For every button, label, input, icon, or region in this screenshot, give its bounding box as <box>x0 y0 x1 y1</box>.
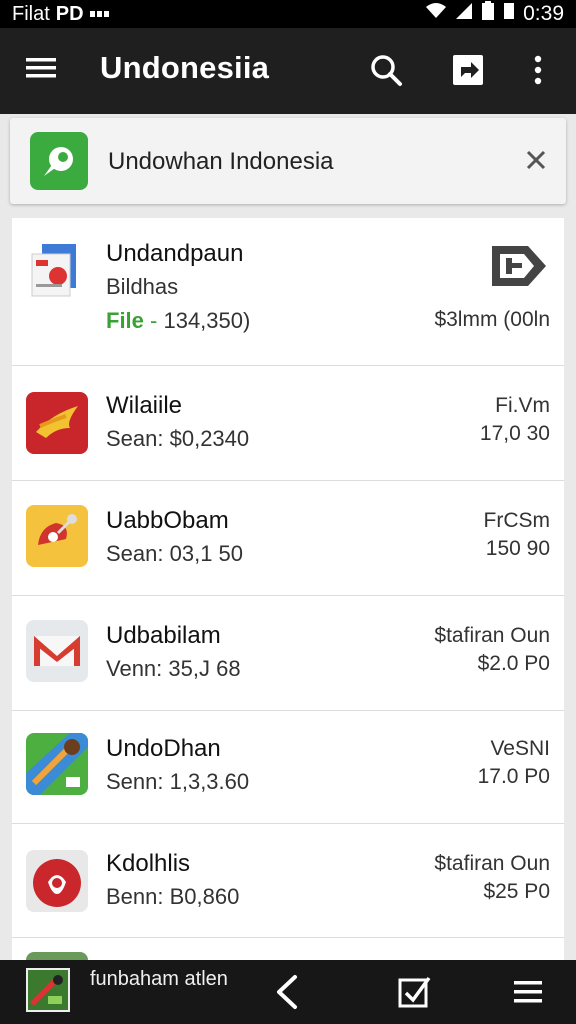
location-app-icon <box>26 505 88 567</box>
item-meta-2: $25 P0 <box>483 880 550 903</box>
item-meta-2: 150 90 <box>485 537 550 560</box>
menu-icon[interactable] <box>24 54 64 88</box>
item-name: Kdolhlis <box>106 850 191 877</box>
list-item[interactable]: UabbObam Sean: 03,1 50 FrCSm 150 90 <box>12 481 564 596</box>
list-item[interactable]: Undandpaun Bildhas File - 134,350) $3lmm… <box>12 218 564 366</box>
bottom-bar: funbaham atlen <box>0 960 576 1024</box>
app-title: Undonesiia <box>100 50 270 85</box>
item-meta-1: $tafiran Oun <box>434 852 550 875</box>
back-icon[interactable] <box>266 970 310 1014</box>
item-subtitle: Sean: $0,2340 <box>106 426 250 451</box>
item-subtitle: Bildhas <box>106 274 179 299</box>
fruit-app-icon <box>26 850 88 912</box>
file-label: File <box>106 308 144 333</box>
status-bar: Filat PD 0:39 <box>0 0 576 28</box>
item-meta-1: FrCSm <box>483 509 551 532</box>
item-meta-2: $3lmm (00ln <box>434 308 550 331</box>
info-banner[interactable]: Undowhan Indonesia <box>10 118 566 204</box>
checkbox-icon[interactable] <box>392 970 436 1014</box>
item-name: UndoDhan <box>106 735 221 762</box>
list-item[interactable]: Wilaiile Sean: $0,2340 Fi.Vm 17,0 30 <box>12 366 564 481</box>
item-meta-1: Fi.Vm <box>495 394 550 417</box>
item-name: UabbObam <box>106 507 229 534</box>
banner-text: Undowhan Indonesia <box>108 148 334 175</box>
item-meta-1: VeSNI <box>490 737 550 760</box>
item-meta-1: $tafiran Oun <box>434 624 550 647</box>
signal-icon <box>455 2 473 26</box>
app-bar: Undonesiia <box>0 28 576 114</box>
item-name: Undandpaun <box>106 240 244 267</box>
export-icon[interactable] <box>490 244 548 288</box>
bottom-label[interactable]: funbaham atlen <box>90 968 228 991</box>
status-left-text: Filat <box>12 2 50 25</box>
search-icon[interactable] <box>364 48 408 92</box>
app-logo-icon <box>30 132 88 190</box>
clock: 0:39 <box>523 2 564 25</box>
map-app-icon <box>26 733 88 795</box>
status-badge: PD <box>55 2 84 25</box>
item-meta-2: $2.0 P0 <box>477 652 550 675</box>
bird-app-icon <box>26 392 88 454</box>
wifi-icon <box>425 2 447 26</box>
partial-app-icon <box>26 952 88 960</box>
item-subtitle: Sean: 03,1 50 <box>106 541 244 566</box>
item-name: Udbabilam <box>106 622 221 649</box>
item-subtitle: Senn: 1,3,3.60 <box>106 769 250 794</box>
list-item-partial[interactable] <box>12 938 564 960</box>
close-icon[interactable] <box>520 144 552 176</box>
item-meta-2: 17.0 P0 <box>477 765 550 788</box>
hamburger-icon[interactable] <box>506 970 550 1014</box>
notification-icon <box>89 3 110 26</box>
list-item[interactable]: Kdolhlis Benn: B0,860 $tafiran Oun $25 P… <box>12 824 564 938</box>
file-value: 134,350) <box>163 308 251 333</box>
list-item[interactable]: Udbabilam Venn: 35,J 68 $tafiran Oun $2.… <box>12 596 564 711</box>
item-subtitle: Venn: 35,J 68 <box>106 656 241 681</box>
item-file-line: File - 134,350) <box>106 308 250 334</box>
sim-icon <box>503 2 515 26</box>
list-item[interactable]: UndoDhan Senn: 1,3,3.60 VeSNI 17.0 P0 <box>12 711 564 824</box>
file-separator: - <box>143 308 164 333</box>
app-list: Undandpaun Bildhas File - 134,350) $3lmm… <box>12 218 564 960</box>
battery-icon <box>481 1 495 27</box>
more-vert-icon[interactable] <box>516 48 560 92</box>
item-meta-2: 17,0 30 <box>479 422 550 445</box>
document-app-icon <box>26 240 88 302</box>
item-name: Wilaiile <box>106 392 183 419</box>
thumbnail-icon[interactable] <box>26 968 70 1012</box>
item-subtitle: Benn: B0,860 <box>106 884 240 909</box>
mail-app-icon <box>26 620 88 682</box>
share-icon[interactable] <box>446 48 490 92</box>
